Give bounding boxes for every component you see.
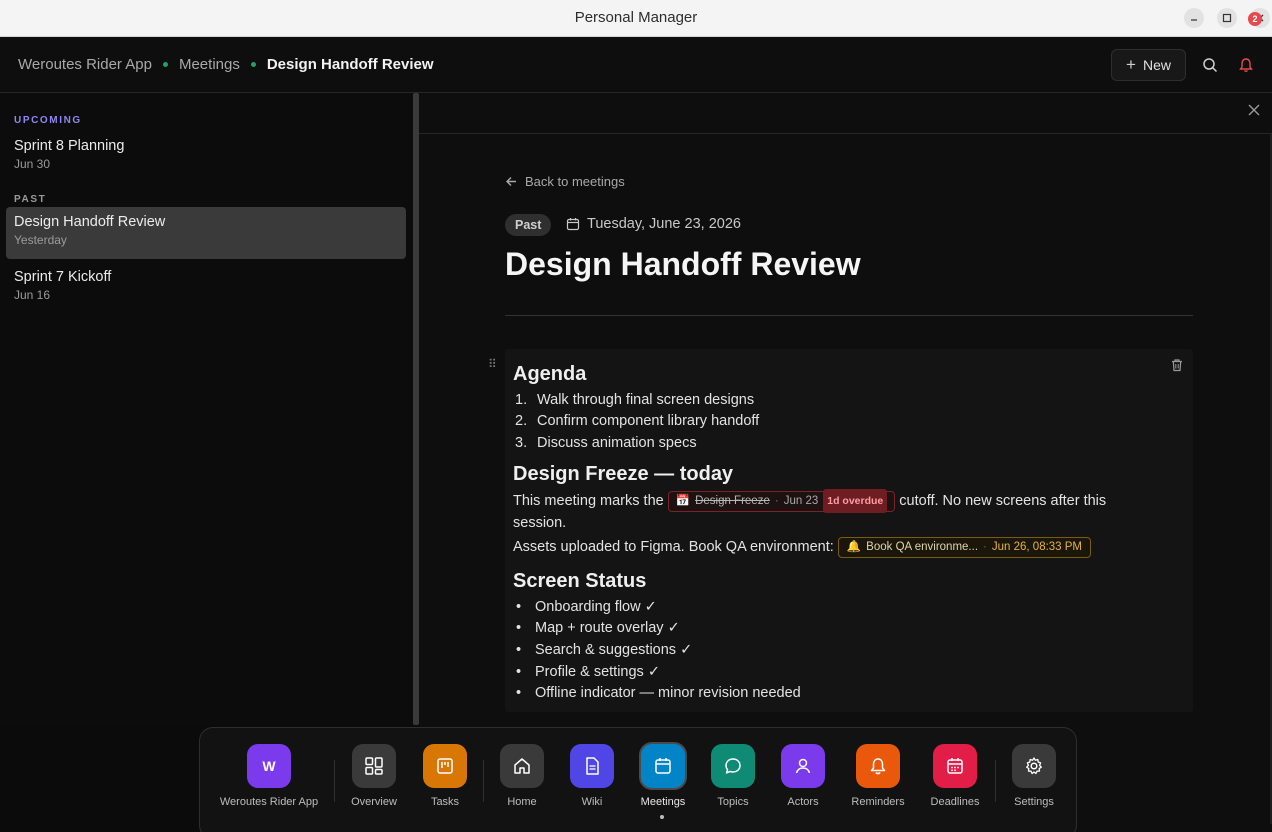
meeting-item-date: Yesterday <box>14 233 67 247</box>
dock-item-reminders[interactable]: Reminders <box>834 744 922 808</box>
close-icon <box>1248 104 1260 116</box>
dock-label: Meetings <box>640 796 686 808</box>
design-freeze-paragraph: This meeting marks the 📅 Design Freeze ·… <box>513 489 1173 514</box>
dock-item-deadlines[interactable]: Deadlines <box>911 744 999 808</box>
dock-label: Wiki <box>581 796 603 808</box>
grid-icon <box>352 744 396 788</box>
meeting-date: Tuesday, June 23, 2026 <box>566 216 741 232</box>
calendar-icon <box>566 218 580 231</box>
reminder-chip-name: Book QA environme... <box>866 541 979 554</box>
design-freeze-heading: Design Freeze — today <box>513 463 734 485</box>
meeting-item-title: Sprint 7 Kickoff <box>14 269 112 285</box>
breadcrumb-separator <box>250 62 256 67</box>
user-icon <box>781 744 825 788</box>
list-item: • Profile & settings ✓ <box>516 664 660 680</box>
meeting-item-title: Design Handoff Review <box>14 214 166 230</box>
meeting-item-sprint-8-planning[interactable]: Sprint 8 Planning Jun 30 <box>6 131 406 183</box>
back-link-label: Back to meetings <box>525 174 625 189</box>
past-section-label: PAST <box>14 194 47 205</box>
drag-handle-icon[interactable]: ⠿ <box>488 357 497 371</box>
search-icon <box>1203 58 1218 73</box>
maximize-icon <box>1222 13 1232 23</box>
calendar-clock-icon <box>933 744 977 788</box>
chat-bubble-icon <box>711 744 755 788</box>
document-icon <box>570 744 614 788</box>
bell-icon: 🔔 <box>846 541 862 554</box>
list-item: • Search & suggestions ✓ <box>516 642 693 658</box>
meeting-item-title: Sprint 8 Planning <box>14 138 125 154</box>
assets-paragraph: Assets uploaded to Figma. Book QA enviro… <box>513 536 1173 558</box>
panel-header <box>419 93 1272 134</box>
meeting-item-date: Jun 30 <box>14 157 51 171</box>
breadcrumb-current: Design Handoff Review <box>266 56 434 73</box>
agenda-heading: Agenda <box>513 363 587 385</box>
gear-icon <box>1012 744 1056 788</box>
meeting-item-sprint-7-kickoff[interactable]: Sprint 7 Kickoff Jun 16 <box>6 262 406 314</box>
meeting-status-badge: Past <box>505 214 552 236</box>
meeting-item-date: Jun 16 <box>14 288 51 302</box>
back-to-meetings-link[interactable]: Back to meetings <box>505 174 625 189</box>
minimize-icon <box>1191 19 1197 21</box>
plus-icon: + <box>1126 55 1136 74</box>
reminder-chip[interactable]: 🔔 Book QA environme... · Jun 26, 08:33 P… <box>837 536 1092 558</box>
list-item: 1. Walk through final screen designs <box>515 392 755 408</box>
bell-icon <box>856 744 900 788</box>
calendar-icon: 📅 <box>675 495 691 508</box>
kanban-icon <box>423 744 467 788</box>
deadline-chip-name: Design Freeze <box>695 495 770 508</box>
breadcrumb-meetings[interactable]: Meetings <box>179 56 240 73</box>
meeting-title[interactable]: Design Handoff Review <box>505 246 861 283</box>
new-button-label: New <box>1142 57 1171 73</box>
close-panel-button[interactable] <box>1246 104 1262 120</box>
dock-label: Overview <box>351 796 397 808</box>
dock-label: Tasks <box>430 796 460 808</box>
breadcrumb-separator <box>162 62 168 67</box>
deadline-chip-date: Jun 23 <box>783 495 819 508</box>
window-titlebar: Personal Manager <box>0 0 1272 37</box>
dock-item-tasks[interactable]: Tasks <box>401 744 489 808</box>
calendar-icon <box>641 744 685 788</box>
title-divider <box>505 315 1193 316</box>
dock-label: Topics <box>717 796 749 808</box>
new-button[interactable]: + New <box>1111 49 1186 81</box>
overdue-badge: 1d overdue <box>823 489 888 514</box>
dock-item-project[interactable]: W Weroutes Rider App <box>220 744 318 808</box>
delete-block-button[interactable] <box>1170 358 1184 377</box>
project-avatar-icon: W <box>247 744 291 788</box>
meeting-date-text: Tuesday, June 23, 2026 <box>587 216 741 232</box>
search-button[interactable] <box>1200 55 1220 75</box>
deadline-chip[interactable]: 📅 Design Freeze · Jun 23 1d overdue <box>667 489 896 514</box>
dock-label: Settings <box>1014 796 1054 808</box>
dock-label: Weroutes Rider App <box>219 796 319 808</box>
list-item: • Map + route overlay ✓ <box>516 620 680 636</box>
notifications-button[interactable] <box>1236 55 1256 75</box>
upcoming-section-label: UPCOMING <box>14 115 82 126</box>
app-header: Weroutes Rider App Meetings Design Hando… <box>0 37 1272 93</box>
dock-label: Home <box>507 796 537 808</box>
active-indicator <box>660 815 664 819</box>
list-item: • Onboarding flow ✓ <box>516 599 657 615</box>
dock-label: Actors <box>787 796 819 808</box>
dock-label: Deadlines <box>930 796 980 808</box>
meeting-item-design-handoff-review[interactable]: Design Handoff Review Yesterday <box>6 207 406 259</box>
bell-icon <box>1239 58 1253 73</box>
window-title: Personal Manager <box>574 9 698 26</box>
minimize-button[interactable] <box>1184 8 1204 28</box>
trash-icon <box>1172 359 1182 372</box>
meetings-sidebar <box>0 93 413 725</box>
notification-badge: 2 <box>1248 12 1262 26</box>
reminder-chip-date: Jun 26, 08:33 PM <box>991 541 1083 554</box>
home-icon <box>500 744 544 788</box>
breadcrumb: Weroutes Rider App Meetings Design Hando… <box>18 56 434 73</box>
arrow-left-icon <box>506 177 516 186</box>
breadcrumb-project[interactable]: Weroutes Rider App <box>18 56 152 73</box>
maximize-button[interactable] <box>1217 8 1237 28</box>
design-freeze-paragraph-cont: session. <box>513 515 567 531</box>
list-item: • Offline indicator — minor revision need… <box>516 685 801 701</box>
list-item: 3. Discuss animation specs <box>515 435 697 451</box>
dock-label: Reminders <box>851 796 905 808</box>
dock-item-settings[interactable]: Settings <box>990 744 1078 808</box>
screen-status-heading: Screen Status <box>513 570 647 592</box>
list-item: 2. Confirm component library handoff <box>515 413 760 429</box>
